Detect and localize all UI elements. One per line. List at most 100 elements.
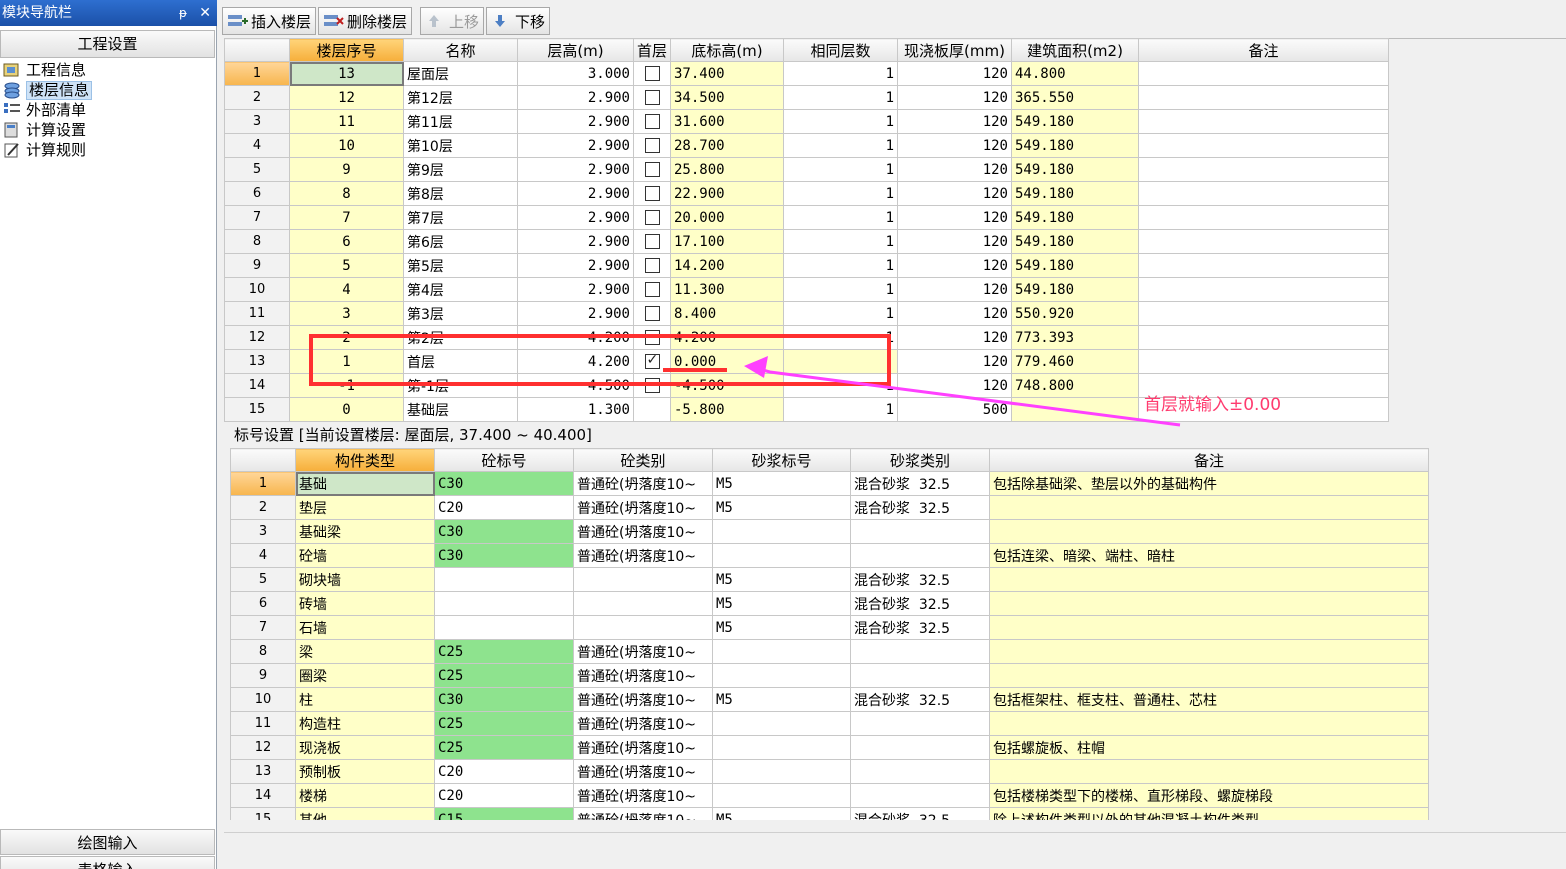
component-type-cell[interactable]: 砌块墙 <box>295 567 435 592</box>
floor-seq-cell[interactable]: 10 <box>289 133 404 158</box>
row-number[interactable]: 1 <box>230 471 296 496</box>
building-area-cell[interactable]: 549.180 <box>1011 253 1139 278</box>
nav-item-external-list[interactable]: 外部清单 <box>0 100 215 120</box>
mortar-grade-cell[interactable] <box>712 519 851 544</box>
table-row[interactable]: 131首层4.2000.000120779.460 <box>224 349 1389 374</box>
move-down-button[interactable]: 下移 <box>486 7 551 35</box>
first-floor-cell[interactable] <box>633 205 671 230</box>
floor-note-cell[interactable] <box>1138 277 1389 302</box>
bottom-elevation-cell[interactable]: 11.300 <box>670 277 784 302</box>
floor-note-cell[interactable] <box>1138 109 1389 134</box>
floor-note-cell[interactable] <box>1138 181 1389 206</box>
nav-item-calc-settings[interactable]: 计算设置 <box>0 120 215 140</box>
mortar-category-cell[interactable] <box>850 519 990 544</box>
row-number[interactable]: 12 <box>230 735 296 760</box>
component-type-cell[interactable]: 其他 <box>295 807 435 820</box>
mark-note-cell[interactable] <box>989 591 1429 616</box>
first-floor-cell[interactable] <box>633 229 671 254</box>
first-floor-cell[interactable] <box>633 181 671 206</box>
first-floor-cell[interactable] <box>633 133 671 158</box>
concrete-category-cell[interactable]: 普通砼(坍落度10~ <box>573 639 713 664</box>
concrete-grade-cell[interactable] <box>434 567 574 592</box>
slab-thickness-cell[interactable]: 120 <box>897 349 1012 374</box>
table-row[interactable]: 7 7 第7层 2.900 20.000 1 120 549.180 <box>224 205 1389 230</box>
mortar-grade-cell[interactable] <box>712 711 851 736</box>
mortar-category-cell[interactable] <box>850 711 990 736</box>
first-floor-cell[interactable] <box>633 157 671 182</box>
same-floors-cell[interactable]: 1 <box>783 61 898 86</box>
mortar-category-cell[interactable]: 混合砂浆 32.5 <box>850 687 990 712</box>
same-floors-cell[interactable]: 1 <box>783 301 898 326</box>
first-floor-checkbox[interactable] <box>644 306 660 321</box>
slab-thickness-cell[interactable]: 120 <box>897 253 1012 278</box>
same-floors-cell[interactable]: 1 <box>783 253 898 278</box>
table-row[interactable]: 10 柱 C30 普通砼(坍落度10~ M5 混合砂浆 32.5 包括框架柱、框支柱、普通柱… <box>230 687 1429 712</box>
concrete-grade-cell[interactable] <box>434 615 574 640</box>
pin-icon[interactable]: ᵽ <box>179 0 187 26</box>
concrete-category-cell[interactable]: 普通砼(坍落度10~ <box>573 759 713 784</box>
table-row[interactable]: 12 现浇板 C25 普通砼(坍落度10~ 包括螺旋板、柱帽 <box>230 735 1429 760</box>
floor-note-cell[interactable] <box>1138 85 1389 110</box>
first-floor-checkbox[interactable] <box>644 282 660 297</box>
mortar-category-cell[interactable] <box>850 783 990 808</box>
floor-seq-cell[interactable]: 5 <box>289 253 404 278</box>
slab-thickness-cell[interactable]: 120 <box>897 181 1012 206</box>
table-row[interactable]: 2 垫层 C20 普通砼(坍落度10~ M5 混合砂浆 32.5 <box>230 495 1429 520</box>
component-type-cell[interactable]: 垫层 <box>295 495 435 520</box>
floor-seq-cell[interactable]: -1 <box>289 373 404 398</box>
slab-thickness-cell[interactable]: 120 <box>897 277 1012 302</box>
mortar-category-cell[interactable] <box>850 543 990 568</box>
mortar-category-cell[interactable] <box>850 639 990 664</box>
floor-name-cell[interactable]: 第5层 <box>403 253 518 278</box>
mortar-grade-cell[interactable]: M5 <box>712 495 851 520</box>
component-type-cell[interactable]: 柱 <box>295 687 435 712</box>
mark-col-header[interactable]: 备注 <box>989 448 1429 472</box>
slab-thickness-cell[interactable]: 120 <box>897 109 1012 134</box>
first-floor-checkbox[interactable] <box>644 186 660 201</box>
floor-name-cell[interactable]: 基础层 <box>403 397 518 422</box>
nav-section-project-settings[interactable]: 工程设置 <box>0 30 215 58</box>
table-row[interactable]: 12 2 第2层 4.200 4.200 1 120 773.393 <box>224 325 1389 350</box>
row-number[interactable]: 14 <box>224 373 290 398</box>
row-number[interactable]: 7 <box>224 205 290 230</box>
table-row[interactable]: 10 4 第4层 2.900 11.300 1 120 549.180 <box>224 277 1389 302</box>
row-number[interactable]: 2 <box>230 495 296 520</box>
concrete-category-cell[interactable]: 普通砼(坍落度10~ <box>573 783 713 808</box>
row-number[interactable]: 11 <box>224 301 290 326</box>
mortar-category-cell[interactable]: 混合砂浆 32.5 <box>850 591 990 616</box>
first-floor-checkbox[interactable] <box>644 352 660 369</box>
same-floors-cell[interactable]: 1 <box>783 133 898 158</box>
floor-height-cell[interactable]: 2.900 <box>517 253 634 278</box>
mark-note-cell[interactable]: 包括除基础梁、垫层以外的基础构件 <box>989 471 1429 496</box>
concrete-grade-cell[interactable]: C30 <box>434 687 574 712</box>
floor-seq-cell[interactable]: 6 <box>289 229 404 254</box>
slab-thickness-cell[interactable]: 120 <box>897 373 1012 398</box>
floor-seq-cell[interactable]: 9 <box>289 157 404 182</box>
slab-thickness-cell[interactable]: 120 <box>897 325 1012 350</box>
floor-seq-cell[interactable]: 11 <box>289 109 404 134</box>
row-number[interactable]: 11 <box>230 711 296 736</box>
same-floors-cell[interactable]: 1 <box>783 373 898 398</box>
floor-note-cell[interactable] <box>1138 349 1389 374</box>
floor-name-cell[interactable]: 第7层 <box>403 205 518 230</box>
floor-note-cell[interactable] <box>1138 157 1389 182</box>
first-floor-cell[interactable] <box>633 277 671 302</box>
slab-thickness-cell[interactable]: 120 <box>897 301 1012 326</box>
floor-height-cell[interactable]: 1.300 <box>517 397 634 422</box>
row-number[interactable]: 5 <box>224 157 290 182</box>
slab-thickness-cell[interactable]: 120 <box>897 157 1012 182</box>
table-row[interactable]: 11 3 第3层 2.900 8.400 1 120 550.920 <box>224 301 1389 326</box>
same-floors-cell[interactable]: 1 <box>783 205 898 230</box>
concrete-grade-cell[interactable]: C20 <box>434 495 574 520</box>
floor-name-cell[interactable]: 第2层 <box>403 325 518 350</box>
mortar-category-cell[interactable]: 混合砂浆 32.5 <box>850 807 990 820</box>
slab-thickness-cell[interactable]: 120 <box>897 229 1012 254</box>
bottom-elevation-cell[interactable]: 37.400 <box>670 61 784 86</box>
concrete-category-cell[interactable] <box>573 567 713 592</box>
mark-note-cell[interactable] <box>989 567 1429 592</box>
row-number[interactable]: 3 <box>230 519 296 544</box>
floor-name-cell[interactable]: 第12层 <box>403 85 518 110</box>
mortar-grade-cell[interactable] <box>712 663 851 688</box>
concrete-category-cell[interactable] <box>573 591 713 616</box>
slab-thickness-cell[interactable]: 120 <box>897 133 1012 158</box>
